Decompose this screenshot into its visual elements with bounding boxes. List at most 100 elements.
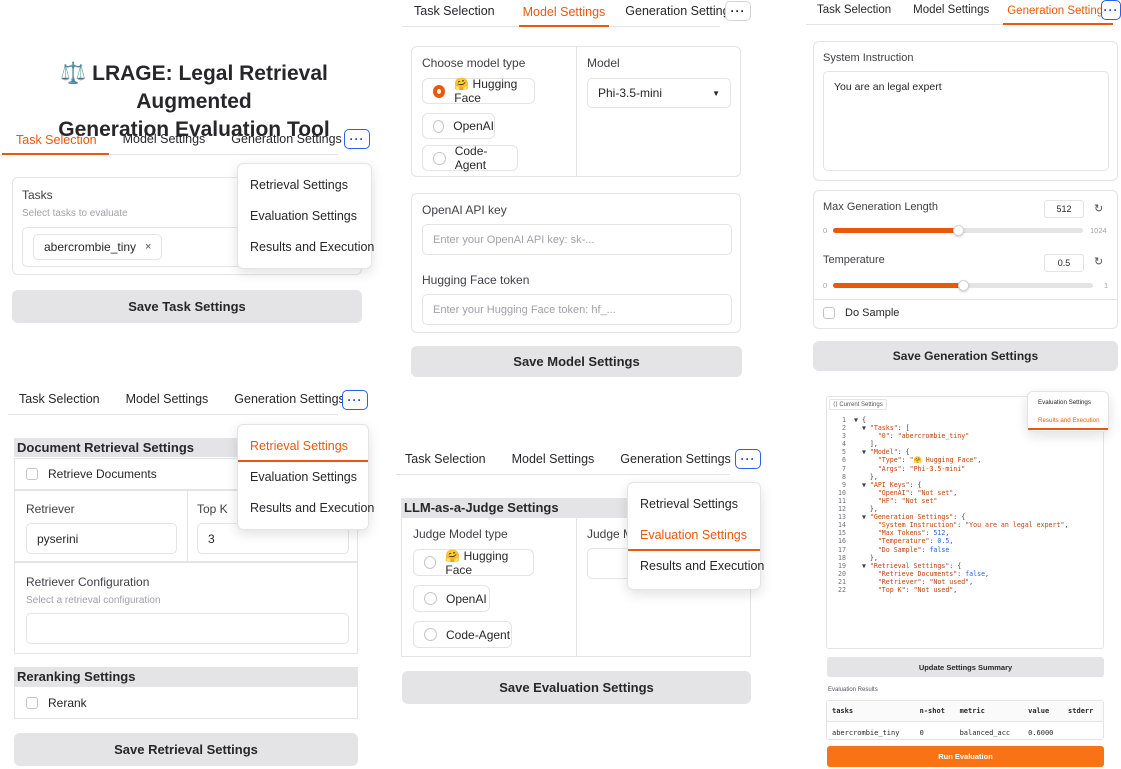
code-text: "Temperature": 0.5,: [877, 537, 954, 546]
tab-task-selection[interactable]: Task Selection: [8, 392, 100, 414]
retriever-config-label: Retriever Configuration: [26, 575, 150, 589]
checkbox-icon: [823, 307, 835, 319]
table-row: abercrombie_tiny 0 balanced_acc 0.6000: [827, 722, 1103, 745]
line-number: 4: [842, 440, 846, 449]
tab-model-settings[interactable]: Model Settings: [913, 4, 989, 24]
retriever-input[interactable]: pyserini: [26, 523, 177, 554]
tasks-label: Tasks: [22, 188, 53, 202]
code-line: 19 ▼ "Retrieval Settings": {: [826, 562, 1104, 570]
judge-radio-code-agent[interactable]: Code-Agent: [413, 621, 512, 648]
save-model-settings-button[interactable]: Save Model Settings: [411, 346, 742, 377]
run-evaluation-button[interactable]: Run Evaluation: [827, 746, 1104, 767]
code-text: ▼ {: [854, 416, 866, 424]
line-number: 13: [838, 513, 846, 522]
save-task-settings-button[interactable]: Save Task Settings: [12, 290, 362, 323]
hf-token-label: Hugging Face token: [422, 273, 530, 287]
tab-task-selection[interactable]: Task Selection: [806, 4, 891, 24]
menu-retrieval-settings[interactable]: Retrieval Settings: [628, 489, 760, 520]
tab-generation-settings[interactable]: Generation Settings: [620, 452, 731, 474]
tab-bar-task-panel: Task Selection Model Settings Generation…: [2, 132, 342, 155]
update-settings-summary-button[interactable]: Update Settings Summary: [827, 657, 1104, 677]
code-text: "Args": "Phi-3.5-mini": [877, 464, 966, 473]
code-text: "OpenAI": "Not set",: [877, 488, 958, 497]
code-text: },: [854, 553, 878, 562]
max-length-slider[interactable]: [833, 225, 1083, 236]
temperature-slider-thumb[interactable]: [958, 280, 969, 291]
tab-generation-settings[interactable]: Generation Settings: [231, 132, 342, 154]
judge-radio-openai[interactable]: OpenAI: [413, 585, 490, 612]
max-length-reset-icon[interactable]: ↻: [1094, 202, 1103, 215]
radio-code-agent[interactable]: Code-Agent: [422, 144, 518, 172]
more-tabs-button[interactable]: ···: [1101, 0, 1121, 20]
tabs-overflow-menu: Retrieval Settings Evaluation Settings R…: [627, 482, 764, 590]
code-line: 12 },: [826, 505, 1104, 513]
menu-retrieval-settings[interactable]: Retrieval Settings: [238, 431, 368, 462]
temperature-reset-icon[interactable]: ↻: [1094, 255, 1103, 268]
save-generation-settings-button[interactable]: Save Generation Settings: [813, 341, 1118, 371]
code-line: 8 },: [826, 473, 1104, 481]
code-line: 10 "OpenAI": "Not set",: [826, 489, 1104, 497]
retrieve-documents-checkbox[interactable]: Retrieve Documents: [26, 467, 157, 481]
radio-openai[interactable]: OpenAI: [422, 113, 495, 139]
menu-results-execution[interactable]: Results and Execution: [1028, 412, 1108, 430]
more-tabs-button[interactable]: ···: [725, 1, 751, 21]
retriever-config-select[interactable]: [26, 613, 349, 644]
tab-task-selection[interactable]: Task Selection: [402, 4, 495, 26]
radio-hugging-face[interactable]: 🤗 Hugging Face: [422, 77, 535, 105]
hf-token-placeholder: Enter your Hugging Face token: hf_...: [433, 303, 616, 316]
more-tabs-button[interactable]: ···: [342, 390, 368, 410]
do-sample-checkbox[interactable]: Do Sample: [823, 307, 899, 319]
tab-generation-settings[interactable]: Generation Settings: [234, 392, 345, 414]
menu-evaluation-settings[interactable]: Evaluation Settings: [238, 462, 368, 493]
code-line: 16 "Temperature": 0.5,: [826, 537, 1104, 545]
more-tabs-button[interactable]: ···: [344, 129, 370, 149]
topk-label: Top K: [197, 502, 228, 516]
reranking-title: Reranking Settings: [14, 667, 358, 686]
table-header: tasks: [827, 701, 915, 722]
menu-evaluation-settings[interactable]: Evaluation Settings: [238, 201, 371, 232]
menu-results-execution[interactable]: Results and Execution: [628, 551, 764, 582]
judge-radio-hugging-face[interactable]: 🤗 Hugging Face: [413, 549, 534, 577]
system-instruction-textarea[interactable]: You are an legal expert: [823, 71, 1109, 171]
judge-type-label: Judge Model type: [413, 527, 508, 541]
menu-results-execution[interactable]: Results and Execution: [238, 232, 374, 263]
tab-model-settings[interactable]: Model Settings: [123, 132, 206, 154]
radio-label: OpenAI: [446, 591, 487, 606]
menu-evaluation-settings[interactable]: Evaluation Settings: [628, 520, 760, 551]
menu-evaluation-settings[interactable]: Evaluation Settings: [1028, 394, 1108, 412]
menu-retrieval-settings[interactable]: Retrieval Settings: [238, 170, 371, 201]
code-line: 22 "Top K": "Not used",: [826, 586, 1104, 594]
max-length-number[interactable]: 512: [1044, 200, 1084, 218]
save-evaluation-settings-button[interactable]: Save Evaluation Settings: [402, 671, 751, 704]
max-length-label: Max Generation Length: [823, 201, 938, 213]
hf-token-input[interactable]: Enter your Hugging Face token: hf_...: [422, 294, 732, 325]
more-tabs-button[interactable]: ···: [735, 449, 761, 469]
tab-generation-settings[interactable]: Generation Settings: [1003, 5, 1113, 25]
tab-model-settings[interactable]: Model Settings: [126, 392, 209, 414]
save-retrieval-settings-button[interactable]: Save Retrieval Settings: [14, 733, 358, 766]
system-instruction-label: System Instruction: [823, 52, 914, 64]
openai-key-input[interactable]: Enter your OpenAI API key: sk-...: [422, 224, 732, 255]
tab-generation-settings[interactable]: Generation Settings: [625, 4, 736, 26]
model-type-label: Choose model type: [422, 56, 526, 70]
line-number: 21: [838, 577, 846, 586]
tab-model-settings[interactable]: Model Settings: [512, 452, 595, 474]
temperature-slider[interactable]: [833, 280, 1093, 291]
temperature-max: 1: [1104, 281, 1109, 290]
tab-model-settings[interactable]: Model Settings: [518, 5, 610, 27]
retriever-label: Retriever: [26, 502, 75, 516]
tab-task-selection[interactable]: Task Selection: [396, 452, 486, 474]
line-number: 3: [842, 432, 846, 441]
model-label: Model: [587, 56, 620, 70]
code-text: ▼ "Retrieval Settings": {: [854, 561, 962, 570]
menu-results-execution[interactable]: Results and Execution: [238, 493, 374, 524]
radio-selected-icon: [433, 84, 446, 98]
line-number: 1: [842, 416, 846, 424]
remove-chip-icon[interactable]: ×: [145, 241, 151, 253]
code-line: 20 "Retrieve Documents": false,: [826, 570, 1104, 578]
temperature-number[interactable]: 0.5: [1044, 254, 1084, 272]
model-select[interactable]: Phi-3.5-mini ▼: [587, 78, 731, 108]
max-length-slider-thumb[interactable]: [953, 225, 964, 236]
tab-task-selection[interactable]: Task Selection: [2, 133, 109, 155]
rerank-checkbox[interactable]: Rerank: [26, 696, 87, 710]
